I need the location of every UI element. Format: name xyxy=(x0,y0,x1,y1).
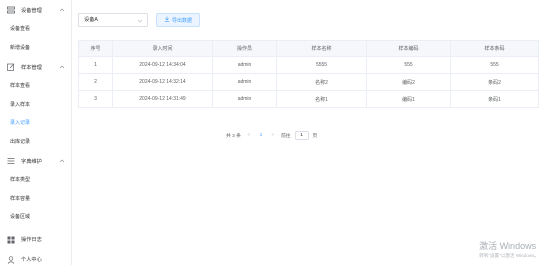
menu-group-device[interactable]: 设备管理 xyxy=(0,0,71,20)
watermark-title: 激活 Windows xyxy=(479,241,537,251)
watermark-subtitle: 转到"设置"以激活 Windows。 xyxy=(479,253,539,258)
table-cell: 3 xyxy=(78,90,113,108)
table-cell: admin xyxy=(212,73,277,91)
records-table: 序号 录入时间 操作员 样本名称 样本编码 样本条码 1 2024-09-12 … xyxy=(78,40,539,108)
device-select-value: 设备A xyxy=(84,17,98,23)
menu-group-label: 样本管理 xyxy=(21,64,42,71)
sidebar-item-device-add[interactable]: 新增设备 xyxy=(0,39,71,58)
column-header: 序号 xyxy=(78,40,113,57)
export-data-button[interactable]: 导出数据 xyxy=(156,13,200,27)
pagination: 共 3 条 < 1 > 前往 1 页 xyxy=(226,130,317,140)
page-number-button[interactable]: 1 xyxy=(257,133,265,138)
table-row: 2 2024-09-12 14:32:14 admin 名称2 编码2 条码2 xyxy=(78,73,539,91)
table-cell: 编码2 xyxy=(366,73,451,91)
sidebar-item-sample-capacity[interactable]: 样本容量 xyxy=(0,190,71,209)
goto-page-input[interactable]: 1 xyxy=(294,130,309,140)
menu-group-sample[interactable]: 样本管理 xyxy=(0,57,71,77)
pagination-total: 共 3 条 xyxy=(226,133,241,139)
menu-group-label: 设备管理 xyxy=(21,7,42,14)
prev-page-button[interactable]: < xyxy=(245,133,253,138)
sidebar-item-sample-entry[interactable]: 录入样本 xyxy=(0,96,71,115)
page-suffix-label: 页 xyxy=(312,133,318,139)
next-page-button[interactable]: > xyxy=(269,133,277,138)
sidebar-item-sample-view[interactable]: 样本查看 xyxy=(0,77,71,96)
table-row: 3 2024-09-12 14:31:49 admin 名称1 编码1 条码1 xyxy=(78,90,539,108)
menu-group-label: 操作日志 xyxy=(21,237,42,243)
edit-icon xyxy=(7,63,15,71)
column-header: 样本条码 xyxy=(450,40,539,57)
chevron-down-icon xyxy=(137,17,143,23)
grid-icon xyxy=(7,236,15,244)
download-icon xyxy=(164,16,170,24)
chevron-up-icon xyxy=(59,64,65,70)
sidebar-item-device-view[interactable]: 设备查看 xyxy=(0,20,71,39)
table-cell: admin xyxy=(212,56,277,74)
chevron-up-icon xyxy=(59,7,65,13)
user-icon xyxy=(7,255,15,264)
sidebar-item-device-area[interactable]: 设备区域 xyxy=(0,208,71,227)
device-grid-icon xyxy=(7,6,15,14)
device-select[interactable]: 设备A xyxy=(78,13,148,27)
table-cell: 条码2 xyxy=(450,73,539,91)
column-header: 录入时间 xyxy=(112,40,213,57)
export-data-label: 导出数据 xyxy=(171,17,192,24)
goto-label: 前往 xyxy=(280,133,291,139)
table-cell: 2024-09-12 14:34:04 xyxy=(112,56,213,74)
table-cell: 条码1 xyxy=(450,90,539,108)
menu-group-profile[interactable]: 个人中心 xyxy=(0,250,71,265)
table-cell: 2024-09-12 14:31:49 xyxy=(112,90,213,108)
column-header: 样本名称 xyxy=(276,40,367,57)
table-row: 1 2024-09-12 14:34:04 admin 5555 555 555 xyxy=(78,56,539,74)
list-icon xyxy=(7,157,15,165)
menu-group-log[interactable]: 操作日志 xyxy=(0,230,71,250)
menu-group-label: 字典维护 xyxy=(21,158,42,165)
chevron-up-icon xyxy=(59,158,65,164)
sidebar: 设备管理 设备查看 新增设备 样本管理 样本查看 录入样本 录入记录 出库记录 … xyxy=(0,0,72,265)
table-cell: 555 xyxy=(366,56,451,74)
table-cell: 2024-09-12 14:32:14 xyxy=(112,73,213,91)
menu-group-label: 个人中心 xyxy=(21,257,42,263)
table-cell: 名称2 xyxy=(276,73,367,91)
table-cell: 5555 xyxy=(276,56,367,74)
table-cell: 555 xyxy=(450,56,539,74)
column-header: 操作员 xyxy=(212,40,277,57)
table-cell: admin xyxy=(212,90,277,108)
table-cell: 1 xyxy=(78,56,113,74)
column-header: 样本编码 xyxy=(366,40,451,57)
sidebar-item-entry-records[interactable]: 录入记录 xyxy=(0,114,71,133)
windows-activation-watermark: 激活 Windows 转到"设置"以激活 Windows。 xyxy=(479,239,539,259)
table-cell: 名称1 xyxy=(276,90,367,108)
table-cell: 编码1 xyxy=(366,90,451,108)
menu-group-dictionary[interactable]: 字典维护 xyxy=(0,151,71,171)
sidebar-item-sample-type[interactable]: 样本类型 xyxy=(0,171,71,190)
sidebar-item-outbound-records[interactable]: 出库记录 xyxy=(0,133,71,152)
table-cell: 2 xyxy=(78,73,113,91)
table-header-row: 序号 录入时间 操作员 样本名称 样本编码 样本条码 xyxy=(78,40,539,57)
